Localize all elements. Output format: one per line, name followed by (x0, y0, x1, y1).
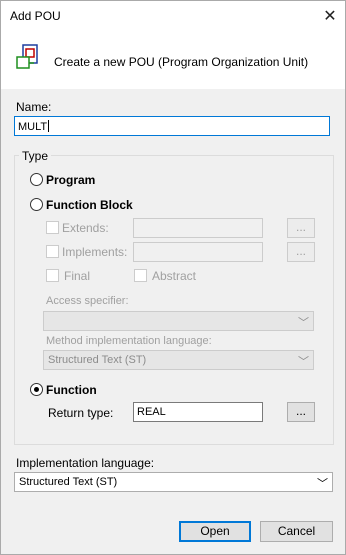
title-bar: Add POU ✕ (1, 1, 345, 31)
extends-browse-button[interactable]: ... (287, 218, 315, 238)
implements-checkbox[interactable] (46, 245, 59, 258)
return-type-browse-button[interactable]: ... (287, 402, 315, 422)
name-input[interactable]: MULT (14, 116, 330, 136)
chevron-down-icon: ﹀ (298, 356, 309, 368)
method-language-select[interactable]: Structured Text (ST) ﹀ (43, 350, 314, 370)
access-specifier-label: Access specifier: (46, 295, 129, 307)
name-value: MULT (18, 121, 48, 133)
extends-label: Extends: (62, 221, 109, 235)
name-label: Name: (16, 100, 52, 114)
implementation-language-value: Structured Text (ST) (19, 476, 118, 488)
function-radio[interactable] (30, 383, 43, 396)
close-icon[interactable]: ✕ (315, 1, 345, 31)
chevron-down-icon: ﹀ (298, 317, 309, 329)
open-button[interactable]: Open (179, 521, 251, 542)
window-title: Add POU (10, 9, 61, 23)
type-group-title: Type (19, 149, 52, 163)
text-caret (48, 120, 50, 132)
return-type-value: REAL (137, 406, 166, 418)
implements-label: Implements: (62, 245, 128, 259)
extends-checkbox[interactable] (46, 221, 59, 234)
final-label: Final (64, 269, 91, 283)
chevron-down-icon: ﹀ (317, 478, 328, 490)
cancel-button[interactable]: Cancel (260, 521, 333, 542)
return-type-label: Return type: (48, 406, 114, 420)
function-block-label: Function Block (46, 198, 133, 212)
abstract-checkbox[interactable] (134, 269, 147, 282)
function-label: Function (46, 383, 97, 397)
final-checkbox[interactable] (46, 269, 59, 282)
implementation-language-select[interactable]: Structured Text (ST) ﹀ (14, 472, 333, 492)
function-block-radio[interactable] (30, 198, 43, 211)
extends-input[interactable] (133, 218, 263, 238)
implements-browse-button[interactable]: ... (287, 242, 315, 262)
header-text: Create a new POU (Program Organization U… (54, 55, 309, 69)
abstract-label: Abstract (152, 269, 197, 283)
program-radio[interactable] (30, 173, 43, 186)
add-pou-dialog: Add POU ✕ Create a new POU (Program Orga… (0, 0, 346, 555)
access-specifier-select[interactable]: ﹀ (43, 311, 314, 331)
method-language-value: Structured Text (ST) (48, 354, 147, 366)
program-label: Program (46, 173, 96, 187)
pou-icon (16, 44, 38, 69)
implements-input[interactable] (133, 242, 263, 262)
method-language-label: Method implementation language: (46, 335, 212, 347)
return-type-input[interactable]: REAL (133, 402, 263, 422)
implementation-language-label: Implementation language: (16, 456, 155, 470)
